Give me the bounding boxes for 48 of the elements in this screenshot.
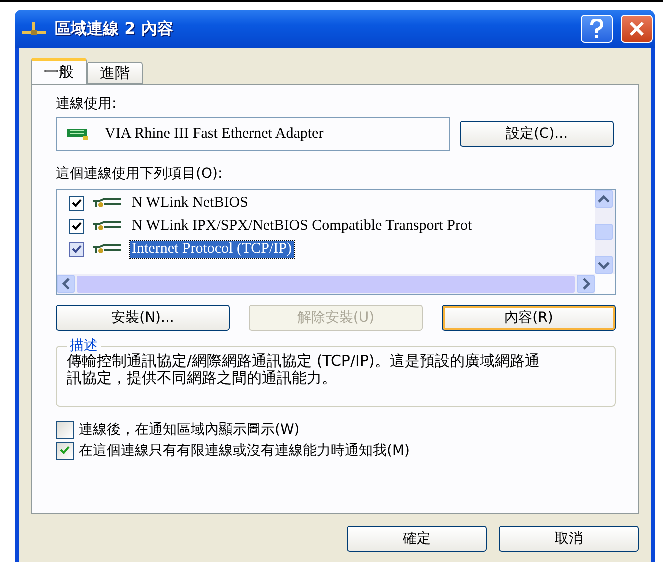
chevron-right-icon [582, 278, 590, 290]
scroll-up-button[interactable] [595, 190, 613, 208]
scroll-left-button[interactable] [57, 275, 75, 293]
checkbox[interactable] [69, 196, 84, 211]
scroll-thumb[interactable] [595, 224, 613, 240]
network-plug-icon [92, 220, 122, 232]
scroll-thumb[interactable] [77, 276, 575, 292]
check-icon [72, 199, 82, 208]
chevron-up-icon [598, 196, 610, 202]
close-button[interactable] [621, 15, 653, 43]
description-title: 描述 [69, 337, 99, 354]
dialog-button[interactable]: 確定 [347, 526, 487, 552]
help-icon [589, 19, 605, 39]
chevron-down-icon [598, 262, 610, 268]
check-icon [72, 245, 82, 254]
close-icon [629, 21, 645, 37]
check-icon [60, 446, 70, 455]
list-item[interactable]: N WLink NetBIOS [69, 192, 595, 215]
checkbox[interactable] [69, 242, 84, 257]
check-icon [72, 222, 82, 231]
connect-using-label: 連線使用: [56, 95, 118, 113]
scroll-right-button[interactable] [577, 275, 595, 293]
tab[interactable]: 進階 [87, 62, 143, 84]
list-item[interactable]: N WLink IPX/SPX/NetBIOS Compatible Transport Prot [69, 215, 595, 238]
action-button[interactable]: 安裝(N)... [56, 305, 230, 331]
network-icon [21, 21, 47, 37]
option-label: 在這個連線只有有限連線或沒有連線能力時通知我(M) [79, 442, 410, 460]
tab[interactable]: 一般 [31, 58, 87, 84]
network-plug-icon [92, 198, 122, 210]
list-item[interactable]: Internet Protocol (TCP/IP) [69, 238, 595, 261]
components-label: 這個連線使用下列項目(O): [56, 165, 224, 183]
checkbox[interactable] [56, 420, 74, 438]
scroll-down-button[interactable] [595, 256, 613, 274]
network-card-icon [67, 128, 91, 140]
checkbox[interactable] [56, 442, 74, 460]
configure-button[interactable]: 設定(C)... [460, 121, 614, 147]
option-label: 連線後，在通知區域內顯示圖示(W) [79, 420, 300, 438]
checkbox[interactable] [69, 219, 84, 234]
help-button[interactable] [581, 15, 613, 43]
chevron-left-icon [62, 278, 70, 290]
vertical-scrollbar[interactable] [595, 190, 615, 274]
dialog-button[interactable]: 取消 [499, 526, 639, 552]
window-title: 區域連線 2 內容 [55, 18, 174, 40]
description-text: 傳輸控制通訊協定/網際網路通訊協定 (TCP/IP)。這是預設的廣域網路通訊協定，提供不同網路之間的通訊能力。 [67, 353, 541, 387]
action-button[interactable]: 內容(R) [442, 305, 616, 331]
horizontal-scrollbar[interactable] [57, 274, 595, 294]
adapter-name: VIA Rhine III Fast Ethernet Adapter [105, 126, 324, 142]
network-plug-icon [92, 244, 122, 256]
